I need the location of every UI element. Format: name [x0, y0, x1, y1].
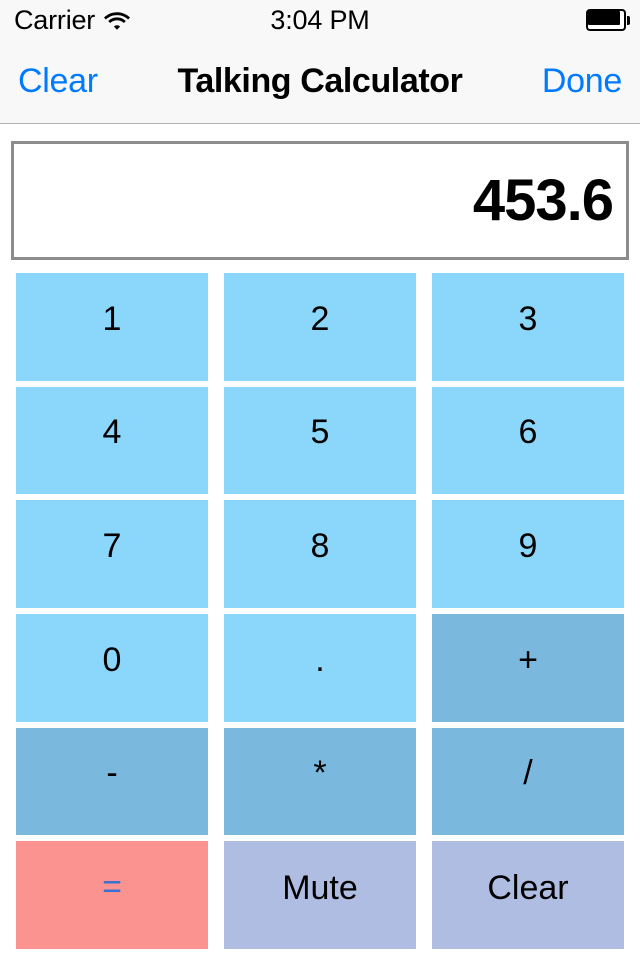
status-bar-right [586, 0, 630, 40]
key-minus[interactable]: - [16, 727, 208, 836]
calculator-app: Carrier 3:04 PM Clear Talking Calculator [0, 0, 640, 960]
nav-done-button[interactable]: Done [542, 62, 622, 101]
key-decimal[interactable]: . [224, 613, 416, 722]
clock-label: 3:04 PM [270, 4, 370, 35]
key-7[interactable]: 7 [16, 500, 208, 608]
key-6[interactable]: 6 [432, 386, 624, 495]
key-divide[interactable]: / [432, 727, 624, 836]
status-bar-center: 3:04 PM [0, 0, 640, 40]
navigation-bar: Clear Talking Calculator Done [0, 40, 640, 124]
key-1[interactable]: 1 [16, 273, 208, 381]
key-3[interactable]: 3 [432, 273, 624, 381]
key-clear[interactable]: Clear [432, 841, 624, 949]
key-4[interactable]: 4 [16, 386, 208, 495]
display-value: 453.6 [472, 167, 614, 233]
nav-clear-button[interactable]: Clear [18, 62, 98, 101]
battery-full-icon [586, 9, 630, 31]
key-equals[interactable]: = [16, 841, 208, 949]
key-plus[interactable]: + [432, 613, 624, 722]
key-multiply[interactable]: * [224, 727, 416, 836]
key-8[interactable]: 8 [224, 500, 416, 608]
key-9[interactable]: 9 [432, 500, 624, 608]
calculator-display[interactable]: 453.6 [11, 141, 629, 260]
status-bar: Carrier 3:04 PM [0, 0, 640, 40]
key-2[interactable]: 2 [224, 273, 416, 381]
keypad: 1 2 3 4 5 6 7 8 9 0. + - * / = Mute Clear [16, 273, 624, 949]
key-5[interactable]: 5 [224, 386, 416, 495]
key-mute[interactable]: Mute [224, 841, 416, 949]
key-0[interactable]: 0 [16, 613, 208, 722]
